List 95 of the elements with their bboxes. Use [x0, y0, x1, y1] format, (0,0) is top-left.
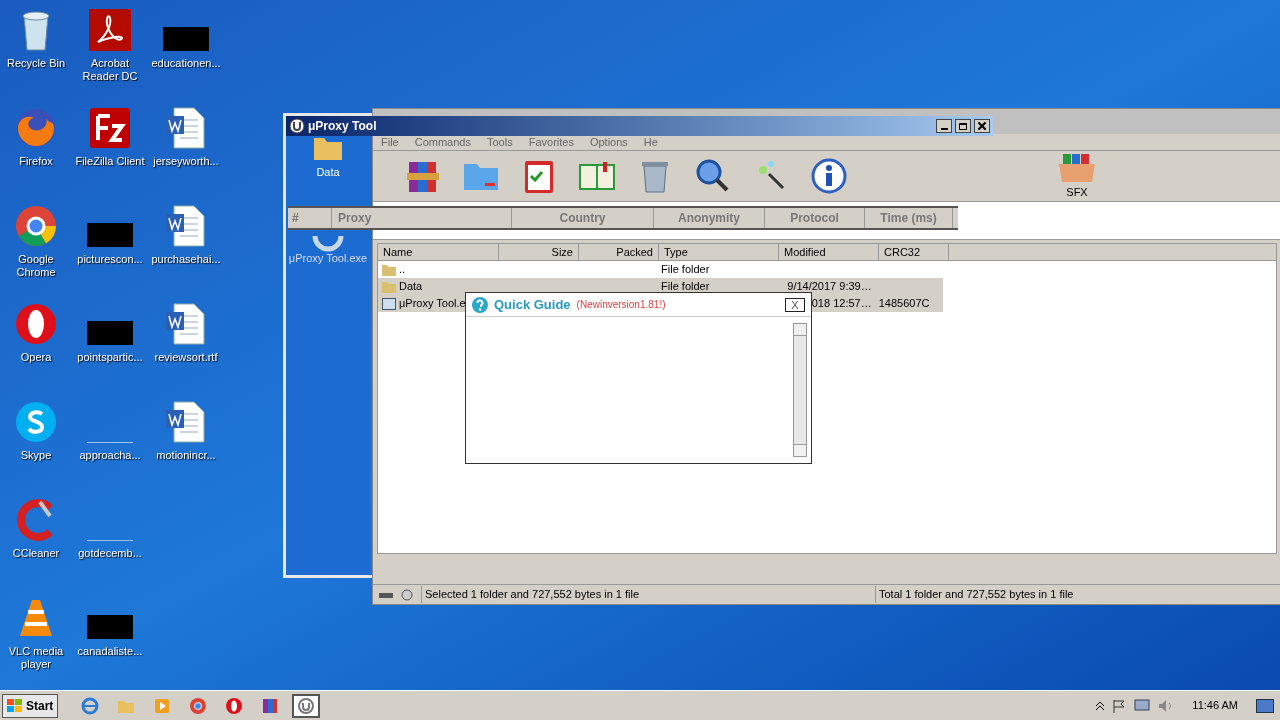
desktop-icon-label[interactable]: Firefox — [19, 155, 53, 168]
desktop-icon-label[interactable]: Google Chrome — [0, 253, 72, 279]
column-header[interactable]: Protocol — [765, 208, 865, 228]
column-header[interactable]: Anonymity — [654, 208, 765, 228]
side-item-label[interactable]: Data — [316, 164, 340, 181]
menu-item[interactable]: Commands — [414, 133, 471, 151]
column-header[interactable]: # — [288, 208, 332, 228]
file-crc: 1485607C — [877, 296, 931, 312]
filezilla-icon — [88, 106, 132, 150]
document-icon — [164, 302, 208, 346]
close-button[interactable]: X — [785, 297, 805, 312]
opera-icon — [225, 696, 244, 715]
flag-icon[interactable] — [1112, 698, 1127, 713]
column-header[interactable]: Packed — [579, 244, 659, 260]
status-text: Selected 1 folder and 727,552 bytes in 1 file — [421, 586, 876, 603]
chrome-icon — [189, 696, 208, 715]
file-modified: 018 12:57… — [811, 296, 872, 312]
menu-item[interactable]: Favorites — [528, 133, 574, 151]
clock[interactable]: 11:46 AM — [1192, 697, 1238, 714]
sfx-button[interactable]: SFX — [1057, 151, 1097, 201]
desktop-icon-label[interactable]: motionincr... — [156, 449, 216, 462]
internet-explorer-icon — [81, 696, 100, 715]
desktop-icon-label[interactable]: gotdecemb... — [78, 547, 142, 560]
firefox-icon — [14, 106, 58, 150]
media-player-icon — [153, 696, 172, 715]
version-note: (Newinversion1.81!) — [576, 298, 667, 312]
menu-item[interactable]: Options — [589, 133, 628, 151]
show-desktop-button[interactable] — [1256, 698, 1274, 713]
app-logo-icon — [312, 234, 344, 252]
start-button[interactable]: Start — [2, 693, 59, 718]
column-header[interactable]: Type — [659, 244, 779, 260]
chrome-icon — [14, 204, 58, 248]
desktop-icon-label[interactable]: reviewsort.rtf — [154, 351, 218, 364]
file-type: File folder — [660, 262, 711, 278]
application-icon — [382, 297, 396, 310]
skype-icon — [14, 400, 58, 444]
proxy-app-icon — [297, 696, 316, 715]
column-header[interactable]: Size — [499, 244, 579, 260]
desktop-icon-label[interactable]: picturescon... — [77, 253, 143, 266]
desktop-icon-label[interactable]: Opera — [20, 351, 52, 364]
redacted-icon — [87, 321, 133, 345]
column-header[interactable]: Name — [378, 244, 499, 260]
scrollbar[interactable] — [793, 323, 807, 457]
menu-item[interactable]: File — [381, 133, 399, 151]
desktop-icon-label[interactable]: approacha... — [79, 449, 141, 462]
pdf-icon — [88, 8, 132, 52]
desktop-icon-label[interactable]: pointspartic... — [77, 351, 143, 364]
desktop-icon-label[interactable]: canadaliste... — [77, 645, 143, 658]
column-header[interactable]: CRC32 — [879, 244, 949, 260]
document-icon — [164, 106, 208, 150]
help-icon — [472, 296, 488, 313]
column-header[interactable]: Country — [512, 208, 654, 228]
desktop-icon-label[interactable]: Skype — [20, 449, 52, 462]
window-title: μProxy Tool — [308, 118, 378, 135]
folder-icon — [382, 263, 396, 276]
info-icon[interactable] — [809, 156, 849, 196]
minimize-button[interactable] — [936, 119, 952, 133]
file-type: File folder — [660, 279, 711, 295]
side-item-label[interactable]: μProxy Tool.exe — [288, 252, 368, 265]
close-icon — [978, 122, 986, 130]
windows-logo-icon — [7, 698, 23, 713]
column-header[interactable]: Proxy — [332, 208, 512, 228]
column-header[interactable]: Modified — [779, 244, 879, 260]
redacted-icon — [87, 615, 133, 639]
redacted-icon — [163, 27, 209, 51]
column-header[interactable]: Time (ms) — [865, 208, 953, 228]
desktop-icon-label[interactable]: Recycle Bin — [6, 57, 66, 70]
desktop-icon-label[interactable]: jerseyworth... — [153, 155, 219, 168]
taskbar-button[interactable] — [292, 693, 321, 718]
app-logo-icon — [289, 118, 305, 134]
status-text: Total 1 folder and 727,552 bytes in 1 file — [878, 587, 1075, 603]
desktop-icon-label[interactable]: educationen... — [151, 57, 221, 70]
menu-item[interactable]: Tools — [487, 133, 513, 151]
dialog-title: Quick Guide — [494, 295, 571, 314]
desktop-icon-label[interactable]: CCleaner — [12, 547, 60, 560]
folder-icon — [382, 280, 396, 293]
close-button[interactable] — [974, 119, 990, 133]
file-name: .. — [399, 262, 406, 278]
network-icon[interactable] — [1134, 698, 1151, 713]
document-icon — [164, 204, 208, 248]
desktop-icon-label[interactable]: purchasehai... — [151, 253, 221, 266]
file-name: μProxy Tool.e — [399, 296, 466, 312]
file-modified: 9/14/2017 9:39… — [787, 279, 872, 295]
file-name: Data — [399, 279, 423, 295]
maximize-button[interactable] — [955, 119, 971, 133]
document-icon — [164, 400, 208, 444]
desktop-icon-label[interactable]: VLC media player — [0, 645, 72, 671]
desktop-icon-label[interactable]: FileZilla Client — [75, 155, 145, 168]
redacted-icon — [87, 223, 133, 247]
desktop-icon-label[interactable]: Acrobat Reader DC — [72, 57, 148, 83]
archive-icon — [261, 696, 280, 715]
menu-item[interactable]: He — [643, 133, 658, 151]
opera-icon — [14, 302, 58, 346]
show-hidden-icons-icon[interactable] — [1096, 700, 1105, 711]
box-icon — [1057, 151, 1097, 184]
